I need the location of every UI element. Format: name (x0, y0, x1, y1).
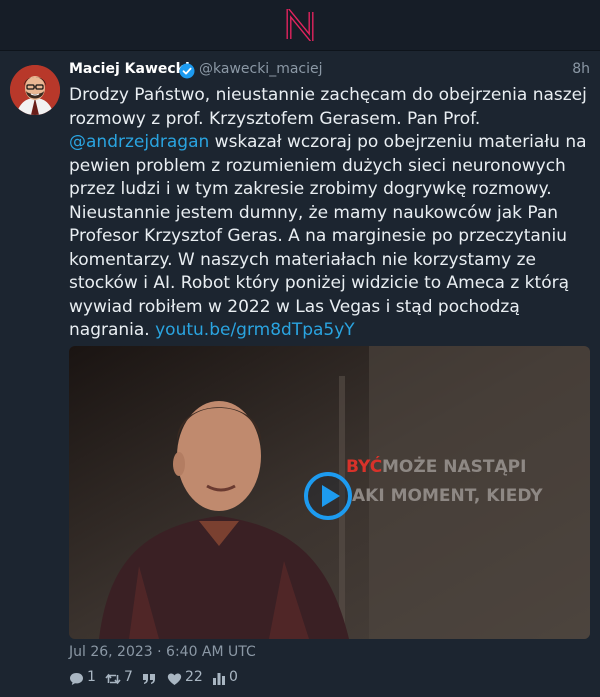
video-overlay-text-2: AKI MOMENT, KIEDY (352, 486, 543, 506)
quote-stat[interactable] (142, 669, 162, 689)
reply-count: 1 (87, 669, 96, 685)
quote-icon (143, 674, 155, 684)
avatar[interactable] (10, 65, 60, 115)
heart-icon (167, 673, 182, 685)
relative-time[interactable]: 8h (572, 61, 590, 77)
video-thumbnail[interactable]: BYĆ MOŻE NASTĄPI AKI MOMENT, KIEDY (69, 346, 590, 639)
views-stat[interactable]: 0 (212, 669, 242, 689)
tweet-text-part-2: wskazał wczoraj po obejrzeniu materiału … (69, 132, 587, 340)
top-navigation-bar (0, 0, 600, 51)
views-count: 0 (229, 669, 238, 685)
views-chart-icon (213, 673, 225, 685)
play-icon[interactable] (304, 472, 352, 520)
tweet-card[interactable]: Maciej Kawecki @kawecki_maciej 8h Drodzy… (0, 51, 600, 697)
retweet-icon (105, 673, 121, 685)
like-stat[interactable]: 22 (167, 669, 207, 689)
tweet-header: Maciej Kawecki @kawecki_maciej 8h (69, 61, 590, 81)
verified-badge-icon (179, 63, 195, 79)
tweet-text: Drodzy Państwo, nieustannie zachęcam do … (69, 84, 590, 343)
avatar-image (10, 65, 60, 115)
author-handle[interactable]: @kawecki_maciej (199, 61, 323, 77)
retweet-stat[interactable]: 7 (105, 669, 141, 689)
mention-link[interactable]: @andrzejdragan (69, 132, 209, 152)
comment-icon (70, 673, 83, 685)
youtube-link[interactable]: youtu.be/grm8dTpa5yY (155, 320, 355, 340)
tweet-text-part-1: Drodzy Państwo, nieustannie zachęcam do … (69, 85, 587, 129)
video-overlay-text-1: MOŻE NASTĄPI (382, 455, 526, 477)
like-count: 22 (185, 669, 203, 685)
tweet-date[interactable]: Jul 26, 2023 · 6:40 AM UTC (69, 644, 256, 660)
author-name[interactable]: Maciej Kawecki (69, 61, 190, 77)
reply-stat[interactable]: 1 (69, 669, 99, 689)
retweet-count: 7 (124, 669, 133, 685)
nitter-logo-icon[interactable] (286, 9, 314, 41)
